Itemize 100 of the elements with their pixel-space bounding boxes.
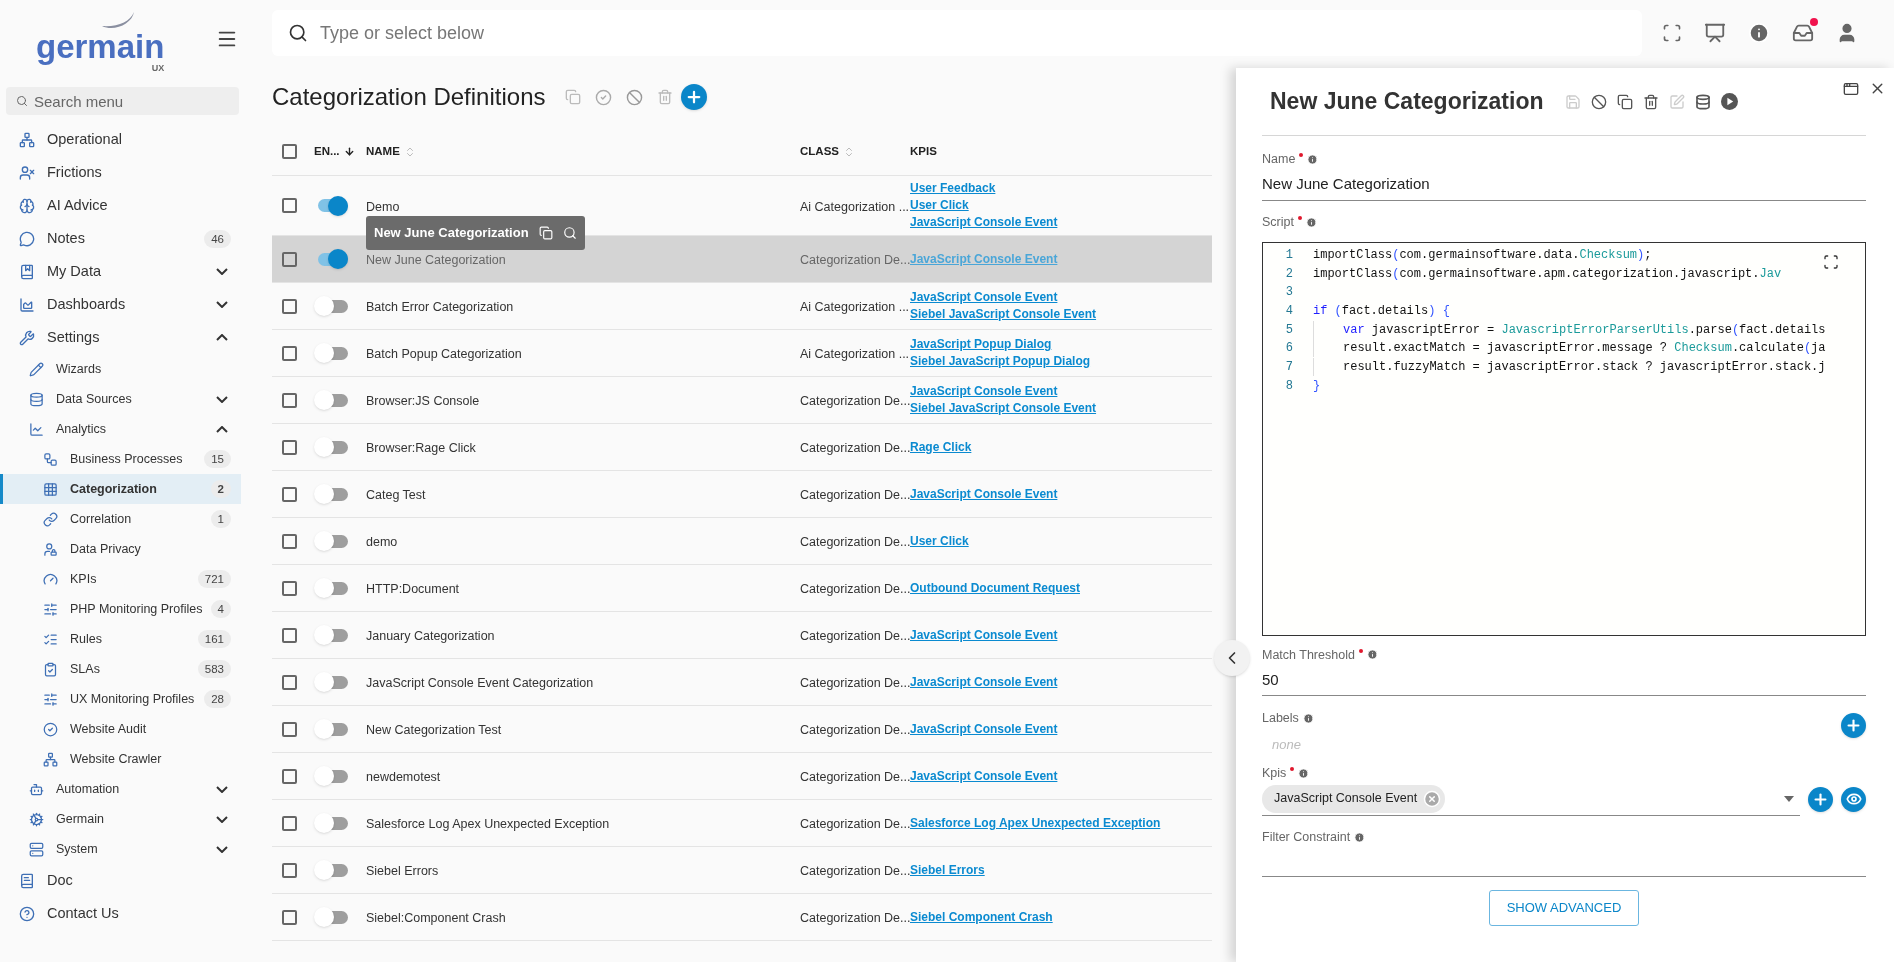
kpi-chip[interactable]: JavaScript Console Event: [1262, 784, 1446, 813]
item-label: Website Audit: [70, 720, 148, 738]
table-row[interactable]: demo Categorization De...User Click: [272, 518, 1212, 565]
column-header[interactable]: KPIS: [910, 142, 937, 161]
kpi-link[interactable]: User Click: [910, 532, 969, 550]
item-label: PHP Monitoring Profiles: [70, 600, 204, 618]
kpi-link[interactable]: JavaScript Console Event: [910, 214, 1058, 231]
sidebar-item[interactable]: Analytics: [0, 414, 241, 444]
item-label: KPIs: [70, 570, 98, 588]
sidebar-item[interactable]: Settings: [0, 321, 241, 354]
name-cell: Batch Popup Categorization: [366, 347, 522, 361]
class-cell: Categorization De...: [800, 253, 911, 267]
table-row[interactable]: Batch Error Categorization Ai Categorization ... JavaScript Console Event Siebel JavaScript Console Event: [272, 283, 1212, 330]
sidebar-item[interactable]: Data Privacy: [0, 534, 241, 564]
kpis-select[interactable]: JavaScript Console Event: [1262, 782, 1800, 816]
item-label: Settings: [47, 327, 101, 347]
sidebar-item[interactable]: SLAs 583: [0, 654, 241, 684]
sidebar-item[interactable]: AI Advice: [0, 189, 241, 222]
sidebar-item[interactable]: Website Crawler: [0, 744, 241, 774]
sidebar-item[interactable]: Correlation 1: [0, 504, 241, 534]
kpi-link[interactable]: Siebel JavaScript Popup Dialog: [910, 353, 1091, 370]
sidebar-item[interactable]: Data Sources: [0, 384, 241, 414]
sidebar-item[interactable]: Doc: [0, 864, 241, 897]
labels-field[interactable]: none: [1272, 734, 1572, 754]
table-row[interactable]: New Categorization Test Categorization De...JavaScript Console Event: [272, 706, 1212, 753]
item-label: Data Privacy: [70, 540, 142, 558]
kpi-link[interactable]: JavaScript Console Event: [910, 767, 1058, 785]
class-cell: Categorization De...: [800, 441, 911, 455]
sidebar-item[interactable]: Frictions: [0, 156, 241, 189]
table-row[interactable]: Browser:JS Console Categorization De... JavaScript Console Event Siebel JavaScript Console Event: [272, 377, 1212, 424]
kpi-link[interactable]: JavaScript Popup Dialog: [910, 336, 1091, 353]
table-row[interactable]: HTTP:Document Categorization De...Outbound Document Request: [272, 565, 1212, 612]
kpi-link[interactable]: Siebel Errors: [910, 861, 985, 879]
threshold-field[interactable]: 50: [1262, 664, 1866, 697]
count-badge: 161: [197, 630, 231, 648]
sidebar-item[interactable]: Germain: [0, 804, 241, 834]
sidebar-item[interactable]: Dashboards: [0, 288, 241, 321]
kpi-link[interactable]: Siebel Component Crash: [910, 908, 1053, 926]
kpi-link[interactable]: JavaScript Console Event: [910, 720, 1058, 738]
table-row[interactable]: Categ Test Categorization De...JavaScript Console Event: [272, 471, 1212, 518]
sidebar-item[interactable]: KPIs 721: [0, 564, 241, 594]
kpi-link[interactable]: Siebel JavaScript Console Event: [910, 400, 1097, 417]
table-row[interactable]: Salesforce Log Apex Unexpected Exception Categorization De...Salesforce Log Apex Unexpected Exception: [272, 800, 1212, 847]
name-field[interactable]: New June Categorization: [1262, 168, 1866, 201]
table-row[interactable]: Batch Popup Categorization Ai Categorization ... JavaScript Popup Dialog Siebel JavaScript Popup Dialog: [272, 330, 1212, 377]
sidebar-item[interactable]: My Data: [0, 255, 241, 288]
item-label: Dashboards: [47, 294, 127, 314]
table-row[interactable]: Siebel Errors Categorization De...Siebel Errors: [272, 847, 1212, 894]
sidebar-item[interactable]: Business Processes 15: [0, 444, 241, 474]
sidebar-item[interactable]: Contact Us: [0, 897, 241, 930]
item-label: Analytics: [56, 420, 108, 438]
kpi-link[interactable]: JavaScript Console Event: [910, 673, 1058, 691]
line-number: 6: [1284, 340, 1294, 358]
search-field[interactable]: Type or select below: [272, 10, 1642, 56]
column-header[interactable]: CLASS: [800, 142, 839, 161]
kpi-link[interactable]: JavaScript Console Event: [910, 383, 1097, 400]
kpi-link[interactable]: Salesforce Log Apex Unexpected Exception: [910, 814, 1161, 832]
search-menu-field[interactable]: Search menu: [6, 87, 239, 115]
name-cell: demo: [366, 535, 398, 549]
kpi-link[interactable]: User Feedback: [910, 180, 1058, 197]
name-cell: newdemotest: [366, 770, 441, 784]
sidebar-item[interactable]: Website Audit: [0, 714, 241, 744]
kpi-link[interactable]: JavaScript Console Event: [910, 289, 1097, 306]
class-cell: Categorization De...: [800, 535, 911, 549]
kpi-link[interactable]: User Click: [910, 197, 1058, 214]
class-cell: Categorization De...: [800, 864, 911, 878]
kpi-link[interactable]: JavaScript Console Event: [910, 626, 1058, 644]
sidebar-item[interactable]: Notes 46: [0, 222, 241, 255]
item-label: Wizards: [56, 360, 103, 378]
show-advanced-button[interactable]: SHOW ADVANCED: [1489, 889, 1639, 926]
line-number: 3: [1284, 284, 1294, 302]
sidebar-item[interactable]: Rules 161: [0, 624, 241, 654]
code-line: importClass(com.germainsoftware.data.Checksum);: [1313, 246, 1652, 264]
sidebar-item[interactable]: UX Monitoring Profiles 28: [0, 684, 241, 714]
name-cell: January Categorization: [366, 629, 495, 643]
sidebar-item[interactable]: Categorization 2: [0, 474, 241, 504]
kpi-link[interactable]: Outbound Document Request: [910, 579, 1080, 597]
kpi-link[interactable]: Rage Click: [910, 438, 972, 456]
column-header[interactable]: NAME: [366, 142, 400, 161]
name-cell: JavaScript Console Event Categorization: [366, 676, 594, 690]
sidebar-item[interactable]: System: [0, 834, 241, 864]
code-line: result.exactMatch = javascriptError.message ? Checksum.calculate(ja: [1343, 340, 1826, 358]
table-row[interactable]: JavaScript Console Event Categorization Categorization De...JavaScript Console Event: [272, 659, 1212, 706]
sidebar-item[interactable]: Wizards: [0, 354, 241, 384]
table-row[interactable]: newdemotest Categorization De...JavaScript Console Event: [272, 753, 1212, 800]
sidebar-item[interactable]: PHP Monitoring Profiles 4: [0, 594, 241, 624]
table-row[interactable]: Siebel:Component Crash Categorization De...Siebel Component Crash: [272, 894, 1212, 941]
table-row[interactable]: January Categorization Categorization De...JavaScript Console Event: [272, 612, 1212, 659]
class-cell: Categorization De...: [800, 582, 911, 596]
sidebar-item[interactable]: Operational: [0, 123, 241, 156]
name-cell: Categ Test: [366, 488, 426, 502]
class-cell: Ai Categorization ...: [800, 300, 910, 314]
code-line: }: [1313, 377, 1321, 395]
kpi-link[interactable]: Siebel JavaScript Console Event: [910, 306, 1097, 323]
class-cell: Ai Categorization ...: [800, 347, 910, 361]
kpi-link[interactable]: JavaScript Console Event: [910, 485, 1058, 503]
column-header[interactable]: EN...: [314, 142, 340, 161]
table-row[interactable]: Browser:Rage Click Categorization De...Rage Click: [272, 424, 1212, 471]
page-title: Categorization Definitions: [272, 82, 546, 112]
sidebar-item[interactable]: Automation: [0, 774, 241, 804]
